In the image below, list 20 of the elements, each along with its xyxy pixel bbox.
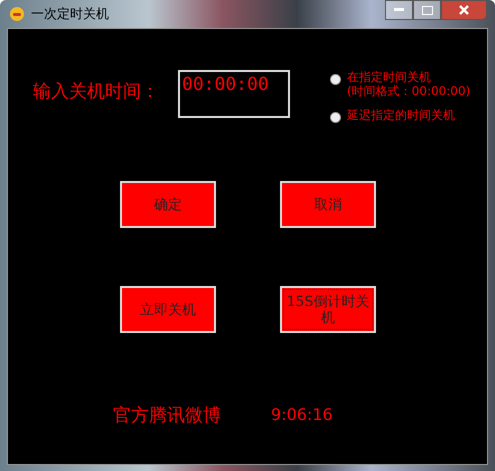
radio-button[interactable]: [330, 112, 341, 123]
window-title: 一次定时关机: [31, 6, 109, 23]
time-label: 输入关机时间：: [33, 80, 160, 103]
maximize-icon: [422, 6, 432, 14]
weibo-link[interactable]: 官方腾讯微博: [113, 403, 221, 427]
action-button[interactable]: 立即关机: [120, 286, 216, 333]
action-button[interactable]: 确定: [120, 181, 216, 228]
time-input-field[interactable]: 00:00:00: [178, 70, 290, 118]
close-icon: [459, 5, 469, 15]
radio-label: 延迟指定的时间关机: [347, 108, 455, 122]
clock-text: 9:06:16: [271, 405, 333, 426]
format-hint: (时间格式：00:00:00): [347, 84, 470, 98]
minimize-icon: [394, 8, 404, 12]
close-button[interactable]: [441, 0, 487, 20]
maximize-button[interactable]: [413, 0, 441, 20]
action-button[interactable]: 取消: [280, 181, 376, 228]
radio-label: 在指定时间关机: [347, 70, 432, 84]
minimize-button[interactable]: [385, 0, 413, 20]
radio-button[interactable]: [330, 74, 341, 85]
action-button[interactable]: 15S倒计时关机: [280, 286, 376, 333]
